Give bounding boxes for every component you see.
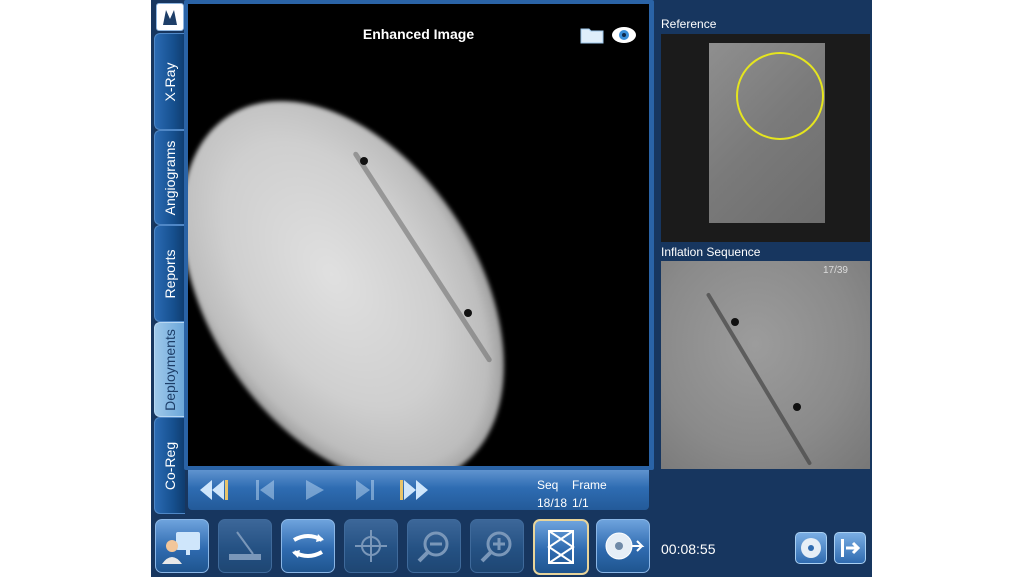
crosshair-icon <box>355 530 387 562</box>
exit-button[interactable] <box>834 532 866 564</box>
disc-export-icon <box>605 532 645 560</box>
catheter-button[interactable] <box>218 519 272 573</box>
swap-icon <box>292 534 324 558</box>
tab-x-ray[interactable]: X-Ray <box>154 33 185 130</box>
inflation-sequence-image[interactable]: 17/39 <box>661 261 870 469</box>
export-disc-button[interactable] <box>596 519 650 573</box>
enhanced-stent-image <box>188 42 571 466</box>
enhanced-image-viewport[interactable]: Enhanced Image <box>188 4 649 466</box>
tab-reports[interactable]: Reports <box>154 225 185 322</box>
crosshair-button[interactable] <box>344 519 398 573</box>
tab-co-reg[interactable]: Co-Reg <box>154 417 185 514</box>
tab-deployments[interactable]: Deployments <box>154 322 185 417</box>
zoom-out-button[interactable] <box>407 519 461 573</box>
tab-label: X-Ray <box>162 62 178 101</box>
previous-icon[interactable] <box>248 478 284 502</box>
stent-button[interactable] <box>533 519 589 575</box>
frame-counter: 17/39 <box>822 265 848 276</box>
elapsed-timer: 00:08:55 <box>661 541 716 557</box>
zoom-in-button[interactable] <box>470 519 524 573</box>
tab-angiograms[interactable]: Angiograms <box>154 130 185 225</box>
patient-button[interactable] <box>155 519 209 573</box>
tab-label: Co-Reg <box>162 441 178 490</box>
playback-bar: Seq Frame 18/18 1/1 <box>188 470 649 510</box>
bottom-toolbar <box>151 517 872 577</box>
zoom-in-icon <box>480 531 512 563</box>
tab-label: Reports <box>162 248 178 299</box>
disc-icon <box>801 538 821 558</box>
region-of-interest-circle <box>736 52 824 140</box>
catheter-icon <box>229 531 261 560</box>
proximal-marker <box>731 318 739 326</box>
seq-value: 18/18 <box>537 496 568 510</box>
last-icon[interactable] <box>398 478 434 502</box>
guidewire <box>705 292 813 466</box>
stent-icon <box>547 530 575 564</box>
app-window: X-Ray Angiograms Reports Deployments Co-… <box>151 0 872 577</box>
proximal-marker <box>360 157 368 165</box>
inflation-sequence-label: Inflation Sequence <box>661 245 761 259</box>
logo-icon <box>156 3 184 31</box>
next-icon[interactable] <box>346 478 382 502</box>
zoom-out-icon <box>417 531 449 563</box>
swap-button[interactable] <box>281 519 335 573</box>
exit-arrow-icon <box>841 539 861 557</box>
folder-icon[interactable] <box>580 26 604 44</box>
reference-label: Reference <box>661 17 717 31</box>
distal-marker <box>464 309 472 317</box>
frame-label: Frame <box>572 478 607 492</box>
tab-label: Angiograms <box>162 140 178 215</box>
frame-value: 1/1 <box>572 496 589 510</box>
first-icon[interactable] <box>194 478 230 502</box>
reference-image[interactable] <box>661 34 870 242</box>
eye-icon[interactable] <box>611 24 637 46</box>
user-monitor-icon <box>162 532 200 564</box>
seq-label: Seq <box>537 478 559 492</box>
distal-marker <box>793 403 801 411</box>
disc-button[interactable] <box>795 532 827 564</box>
tab-label: Deployments <box>162 328 178 411</box>
play-icon[interactable] <box>296 478 332 502</box>
